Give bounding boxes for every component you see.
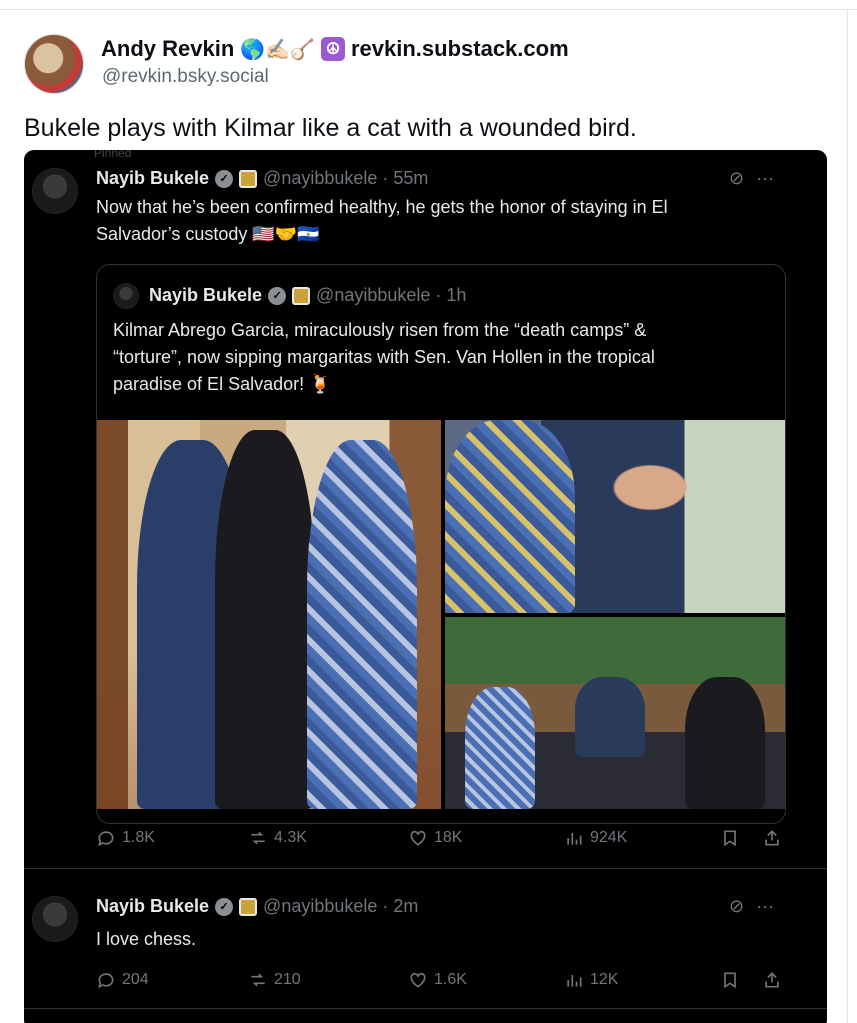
like-count: 1.6K xyxy=(434,971,467,988)
author-avatar[interactable] xyxy=(24,34,84,94)
tweet2-name[interactable]: Nayib Bukele xyxy=(96,896,209,917)
quote-header: Nayib Bukele ✓ @nayibbukele · 1h xyxy=(149,285,466,306)
author-emojis: 🌎✍🏻🪕 xyxy=(240,38,315,61)
bookmark-button[interactable] xyxy=(720,828,740,848)
right-divider xyxy=(847,10,848,1023)
author-name-row[interactable]: Andy Revkin 🌎✍🏻🪕 ☮ revkin.substack.com xyxy=(101,36,569,62)
bottom-divider xyxy=(24,1008,827,1009)
photo-handshake[interactable] xyxy=(97,420,441,809)
verified-badge-icon: ✓ xyxy=(268,286,287,305)
author-site: revkin.substack.com xyxy=(350,36,569,61)
more-icon[interactable]: ··· xyxy=(756,168,774,189)
repost-button[interactable]: 4.3K xyxy=(248,828,307,848)
quote-text: Kilmar Abrego Garcia, miraculously risen… xyxy=(113,317,783,398)
peace-icon: ☮ xyxy=(320,37,345,61)
reply-count: 204 xyxy=(122,971,149,988)
bookmark-icon xyxy=(724,972,736,989)
tweet2-avatar[interactable] xyxy=(32,896,78,942)
grok-icon[interactable]: ⊘ xyxy=(729,896,744,917)
pinned-label: Pinned xyxy=(94,150,132,160)
quote-text-line2: “torture”, now sipping margaritas with S… xyxy=(113,347,655,367)
repost-count: 210 xyxy=(274,971,301,988)
seal-icon xyxy=(239,169,258,188)
photo-senator-closeup[interactable] xyxy=(445,420,785,613)
photo-table-meeting[interactable] xyxy=(445,617,785,809)
views-button[interactable]: 12K xyxy=(564,970,618,990)
embedded-screenshot: Pinned Nayib Bukele ✓ @nayibbukele · 55m… xyxy=(24,150,827,1023)
heart-icon xyxy=(410,830,426,846)
verified-badge-icon: ✓ xyxy=(215,169,234,188)
tweet1-text-line2: Salvador’s custody 🇺🇸🤝🇸🇻 xyxy=(96,224,320,244)
reply-count: 1.8K xyxy=(122,829,155,846)
tweet1-name[interactable]: Nayib Bukele xyxy=(96,168,209,189)
views-icon xyxy=(567,833,582,845)
tweet1-handle[interactable]: @nayibbukele · 55m xyxy=(263,168,428,189)
views-button[interactable]: 924K xyxy=(564,828,627,848)
views-count: 924K xyxy=(590,829,628,846)
seal-icon xyxy=(239,897,258,916)
author-name[interactable]: Andy Revkin xyxy=(101,36,234,62)
views-icon xyxy=(567,975,582,987)
like-count: 18K xyxy=(434,829,463,846)
tweet1-header: Nayib Bukele ✓ @nayibbukele · 55m xyxy=(96,168,428,189)
bookmark-button[interactable] xyxy=(720,970,740,990)
like-button[interactable]: 1.6K xyxy=(408,970,467,990)
reply-button[interactable]: 204 xyxy=(96,970,149,990)
post-text: Bukele plays with Kilmar like a cat with… xyxy=(24,114,637,142)
quote-name: Nayib Bukele xyxy=(149,285,263,305)
quote-text-line3: paradise of El Salvador! 🍹 xyxy=(113,374,332,394)
share-icon xyxy=(765,830,779,846)
repost-icon xyxy=(251,973,265,987)
verified-badge-icon: ✓ xyxy=(215,897,234,916)
quote-avatar xyxy=(113,283,139,309)
tweet1-text: Now that he’s been confirmed healthy, he… xyxy=(96,194,796,248)
quote-text-line1: Kilmar Abrego Garcia, miraculously risen… xyxy=(113,320,647,340)
tweet1-text-line1: Now that he’s been confirmed healthy, he… xyxy=(96,197,668,217)
author-handle[interactable]: @revkin.bsky.social xyxy=(102,66,269,88)
repost-icon xyxy=(251,831,265,845)
tweet-divider xyxy=(24,868,827,869)
share-button[interactable] xyxy=(762,828,782,848)
quoted-tweet[interactable]: Nayib Bukele ✓ @nayibbukele · 1h Kilmar … xyxy=(96,264,786,824)
reply-button[interactable]: 1.8K xyxy=(96,828,155,848)
repost-count: 4.3K xyxy=(274,829,307,846)
heart-icon xyxy=(410,972,426,988)
like-button[interactable]: 18K xyxy=(408,828,462,848)
tweet2-text: I love chess. xyxy=(96,929,197,949)
reply-icon xyxy=(98,831,114,847)
tweet2-menu: ⊘ ··· xyxy=(729,896,774,917)
bookmark-icon xyxy=(724,830,736,847)
grok-icon[interactable]: ⊘ xyxy=(729,168,744,189)
views-count: 12K xyxy=(590,971,619,988)
share-button[interactable] xyxy=(762,970,782,990)
tweet1-avatar[interactable] xyxy=(32,168,78,214)
tweet2-handle[interactable]: @nayibbukele · 2m xyxy=(263,896,418,917)
repost-button[interactable]: 210 xyxy=(248,970,301,990)
more-icon[interactable]: ··· xyxy=(756,896,774,917)
share-icon xyxy=(765,972,779,988)
reply-icon xyxy=(98,973,114,989)
seal-icon xyxy=(292,286,311,305)
tweet2-header: Nayib Bukele ✓ @nayibbukele · 2m xyxy=(96,896,418,917)
quote-handle: @nayibbukele · 1h xyxy=(316,285,467,305)
tweet1-menu: ⊘ ··· xyxy=(729,168,774,189)
top-divider xyxy=(0,0,857,10)
